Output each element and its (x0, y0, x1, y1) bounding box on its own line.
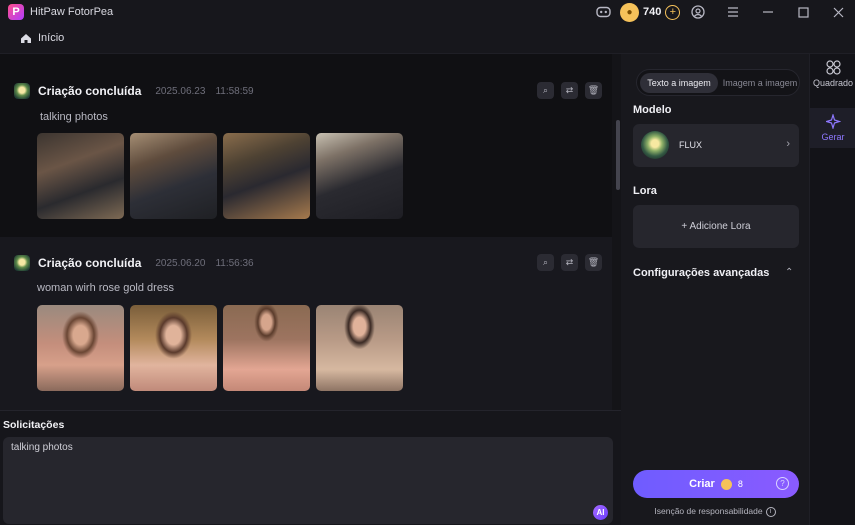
generated-image[interactable] (223, 133, 310, 219)
account-icon[interactable] (689, 3, 707, 21)
generated-image[interactable] (223, 305, 310, 391)
ai-assist-button[interactable]: AI (593, 505, 608, 520)
card-prompt: woman wirh rose gold dress (37, 282, 174, 294)
info-icon: i (765, 506, 776, 517)
home-icon (21, 33, 31, 43)
zoom-icon[interactable]: ⌕ (537, 82, 554, 99)
card-title: Criação concluída (38, 256, 142, 270)
generated-image[interactable] (37, 133, 124, 219)
thumbnail-row (37, 133, 403, 219)
tab-text-to-image[interactable]: Texto a imagem (640, 73, 718, 93)
prompt-label: Solicitações (3, 419, 65, 431)
create-cost: 8 (737, 479, 743, 489)
lora-section-label: Lora (633, 185, 657, 197)
menu-icon[interactable] (724, 3, 742, 21)
close-icon[interactable] (829, 3, 847, 21)
delete-icon[interactable]: 🗑 (585, 254, 602, 271)
history-card: Criação concluída 2025.06.23 11:58:59 ⌕ … (0, 54, 612, 237)
app-logo: P (8, 4, 24, 20)
zoom-icon[interactable]: ⌕ (537, 254, 554, 271)
prompt-input-value: talking photos (11, 442, 73, 453)
model-avatar (14, 255, 30, 271)
card-time: 11:58:59 (215, 85, 254, 97)
prompt-input[interactable]: talking photos AI (3, 437, 613, 524)
discord-icon[interactable] (594, 3, 612, 21)
grid-circles-icon (825, 60, 841, 75)
model-thumbnail (641, 131, 669, 159)
create-button[interactable]: Criar 8 ? (633, 470, 799, 498)
add-lora-button[interactable]: + Adicione Lora (633, 205, 799, 248)
generated-image[interactable] (316, 133, 403, 219)
model-name: FLUX (679, 140, 703, 150)
generation-history: Criação concluída 2025.06.23 11:58:59 ⌕ … (0, 54, 621, 410)
card-actions: ⌕ ⇄ 🗑 (537, 82, 602, 99)
right-rail: Quadrado Gerar (809, 54, 855, 525)
mode-tabs: Texto a imagem Imagem a imagem (636, 69, 800, 96)
rail-label: Quadrado (812, 78, 854, 88)
app-title: HitPaw FotorPea (30, 6, 114, 18)
advanced-settings-toggle[interactable]: Configurações avançadas (633, 267, 769, 279)
generated-image[interactable] (37, 305, 124, 391)
delete-icon[interactable]: 🗑 (585, 82, 602, 99)
card-header: Criação concluída 2025.06.20 11:56:36 (14, 255, 254, 271)
home-label: Início (38, 32, 65, 44)
generated-image[interactable] (316, 305, 403, 391)
model-section-label: Modelo (633, 104, 672, 116)
card-prompt: talking photos (40, 111, 108, 123)
card-time: 11:56:36 (215, 257, 254, 269)
model-avatar (14, 83, 30, 99)
card-date: 2025.06.23 (155, 85, 206, 97)
tab-image-to-image[interactable]: Imagem a imagem (721, 73, 799, 93)
coin-count: 740 (643, 6, 662, 18)
model-selector[interactable]: FLUX › (633, 124, 799, 167)
rail-item-quadrado[interactable]: Quadrado (810, 54, 855, 94)
coin-icon (720, 478, 732, 490)
settings-panel: Texto a imagem Imagem a imagem Modelo FL… (621, 54, 809, 525)
add-coins-icon[interactable]: + (665, 4, 681, 20)
maximize-icon[interactable] (794, 3, 812, 21)
generated-image[interactable] (130, 133, 217, 219)
card-date: 2025.06.20 (155, 257, 206, 269)
title-bar: P HitPaw FotorPea ● 740 + (0, 0, 855, 24)
chevron-up-icon[interactable]: ⌃ (785, 267, 793, 278)
minimize-icon[interactable] (759, 3, 777, 21)
rail-label: Gerar (821, 132, 845, 142)
history-card: Criação concluída 2025.06.20 11:56:36 ⌕ … (0, 237, 612, 410)
coin-icon: ● (620, 2, 639, 22)
help-icon[interactable]: ? (776, 477, 789, 490)
card-actions: ⌕ ⇄ 🗑 (537, 254, 602, 271)
regenerate-icon[interactable]: ⇄ (561, 254, 578, 271)
prompt-panel: Solicitações talking photos AI (0, 410, 621, 525)
create-label: Criar (689, 478, 715, 490)
generated-image[interactable] (130, 305, 217, 391)
sparkle-icon (825, 114, 841, 129)
disclaimer-label: Isenção de responsabilidade (654, 506, 763, 516)
rail-item-gerar[interactable]: Gerar (810, 108, 855, 148)
coin-balance[interactable]: ● 740 + (620, 2, 681, 22)
chevron-right-icon: › (786, 138, 790, 150)
thumbnail-row (37, 305, 403, 391)
home-link[interactable]: Início (20, 32, 64, 44)
regenerate-icon[interactable]: ⇄ (561, 82, 578, 99)
history-scrollbar[interactable] (616, 120, 620, 190)
card-header: Criação concluída 2025.06.23 11:58:59 (14, 83, 254, 99)
disclaimer-link[interactable]: Isenção de responsabilidade i (621, 506, 809, 517)
breadcrumb: Início (0, 24, 855, 54)
card-title: Criação concluída (38, 84, 142, 98)
